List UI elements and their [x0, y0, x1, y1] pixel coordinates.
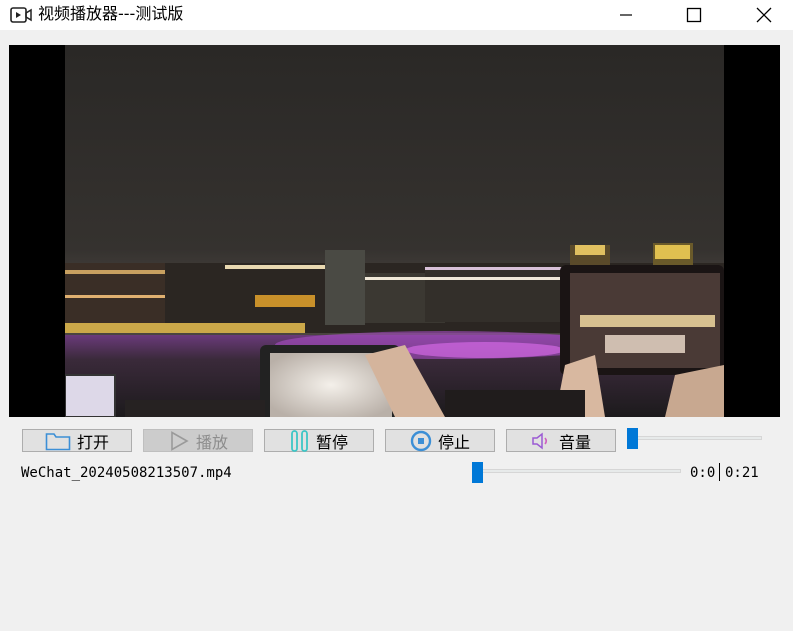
open-button-label: 打开	[76, 432, 109, 452]
close-icon	[756, 7, 772, 23]
stop-button[interactable]: 停止	[385, 429, 495, 452]
video-player-icon	[10, 7, 32, 23]
volume-slider-handle[interactable]	[627, 428, 638, 449]
stop-button-label: 停止	[437, 432, 470, 452]
volume-button-label: 音量	[558, 432, 591, 452]
window-title: 视频播放器---测试版	[38, 4, 184, 23]
stop-icon	[410, 430, 432, 451]
minimize-button[interactable]	[603, 0, 649, 30]
progress-slider-track[interactable]	[474, 469, 681, 473]
pause-icon	[291, 429, 308, 452]
pause-button-label: 暂停	[315, 432, 348, 452]
volume-button[interactable]: 音量	[506, 429, 616, 452]
progress-slider-handle[interactable]	[472, 462, 484, 483]
video-display[interactable]	[9, 45, 780, 417]
folder-icon	[45, 432, 71, 450]
play-icon	[171, 430, 189, 451]
maximize-icon	[686, 7, 702, 23]
maximize-button[interactable]	[671, 0, 717, 30]
volume-icon	[532, 431, 548, 450]
video-frame-image	[65, 45, 724, 417]
close-button[interactable]	[741, 0, 787, 30]
play-button[interactable]: 播放	[143, 429, 253, 452]
open-button[interactable]: 打开	[22, 429, 132, 452]
current-time: 0:0	[690, 465, 716, 481]
minimize-icon	[620, 14, 632, 16]
pause-button[interactable]: 暂停	[264, 429, 374, 452]
play-button-label: 播放	[195, 432, 228, 452]
file-name: WeChat_20240508213507.mp4	[21, 465, 232, 481]
volume-slider-track[interactable]	[633, 436, 762, 440]
title-bar: 视频播放器---测试版	[0, 0, 793, 30]
total-time: 0:21	[725, 465, 759, 481]
time-separator	[719, 463, 720, 481]
